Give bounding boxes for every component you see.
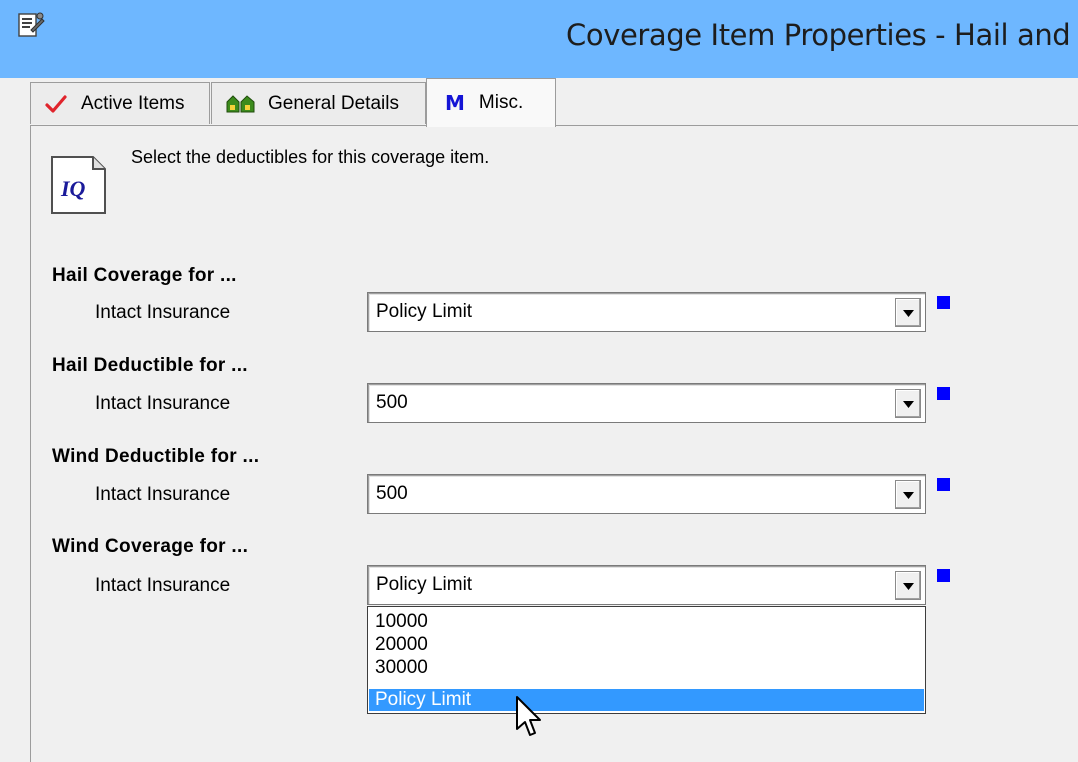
checkmark-icon [45, 94, 67, 113]
section-title-wind-deductible: Wind Deductible for ... [52, 446, 260, 467]
chevron-down-icon [903, 492, 914, 499]
intro-text: Select the deductibles for this coverage… [131, 147, 490, 167]
tab-label: Misc. [478, 92, 524, 113]
tab-misc[interactable]: M Misc. [426, 78, 556, 127]
required-marker [937, 296, 950, 309]
select-value: Policy Limit [376, 301, 473, 322]
dropdown-button[interactable] [895, 298, 921, 327]
row-label: Intact Insurance [95, 484, 231, 505]
dropdown-button[interactable] [895, 480, 921, 509]
properties-icon [18, 12, 45, 37]
wind-coverage-dropdown-list: 10000 20000 30000 Policy Limit [367, 606, 926, 714]
row-label: Intact Insurance [95, 302, 231, 323]
row-label: Intact Insurance [95, 393, 231, 414]
select-value: 500 [376, 483, 408, 504]
section-title-wind-coverage: Wind Coverage for ... [52, 536, 249, 557]
dropdown-option[interactable]: 10000 [369, 611, 924, 633]
iq-document-icon: IQ [51, 156, 106, 214]
select-value: 500 [376, 392, 408, 413]
row-label: Intact Insurance [95, 575, 231, 596]
chevron-down-icon [903, 583, 914, 590]
dropdown-option-selected[interactable]: Policy Limit [369, 689, 924, 711]
houses-icon [226, 94, 255, 112]
section-title-hail-coverage: Hail Coverage for ... [52, 265, 237, 286]
hail-deductible-select[interactable]: 500 [367, 383, 926, 423]
dropdown-button[interactable] [895, 389, 921, 418]
section-title-hail-deductible: Hail Deductible for ... [52, 355, 248, 376]
select-value: Policy Limit [376, 574, 473, 595]
required-marker [937, 478, 950, 491]
wind-coverage-select[interactable]: Policy Limit [367, 565, 926, 605]
hail-coverage-select[interactable]: Policy Limit [367, 292, 926, 332]
dropdown-button[interactable] [895, 571, 921, 600]
title-bar[interactable]: Coverage Item Properties - Hail and Wi [0, 0, 1078, 78]
svg-text:IQ: IQ [60, 176, 86, 201]
m-letter-icon: M [445, 91, 465, 115]
required-marker [937, 569, 950, 582]
required-marker [937, 387, 950, 400]
wind-deductible-select[interactable]: 500 [367, 474, 926, 514]
dropdown-option[interactable]: 20000 [369, 634, 924, 656]
tab-label: General Details [268, 92, 399, 114]
dropdown-option[interactable]: 30000 [369, 657, 924, 679]
chevron-down-icon [903, 401, 914, 408]
tab-general-details[interactable]: General Details [211, 82, 426, 124]
chevron-down-icon [903, 310, 914, 317]
tab-active-items[interactable]: Active Items [30, 82, 210, 124]
mouse-pointer-icon [516, 696, 541, 736]
dialog-window: Coverage Item Properties - Hail and Wi A… [0, 0, 1078, 762]
window-title: Coverage Item Properties - Hail and Wi [566, 18, 1078, 52]
tab-label: Active Items [81, 92, 185, 114]
